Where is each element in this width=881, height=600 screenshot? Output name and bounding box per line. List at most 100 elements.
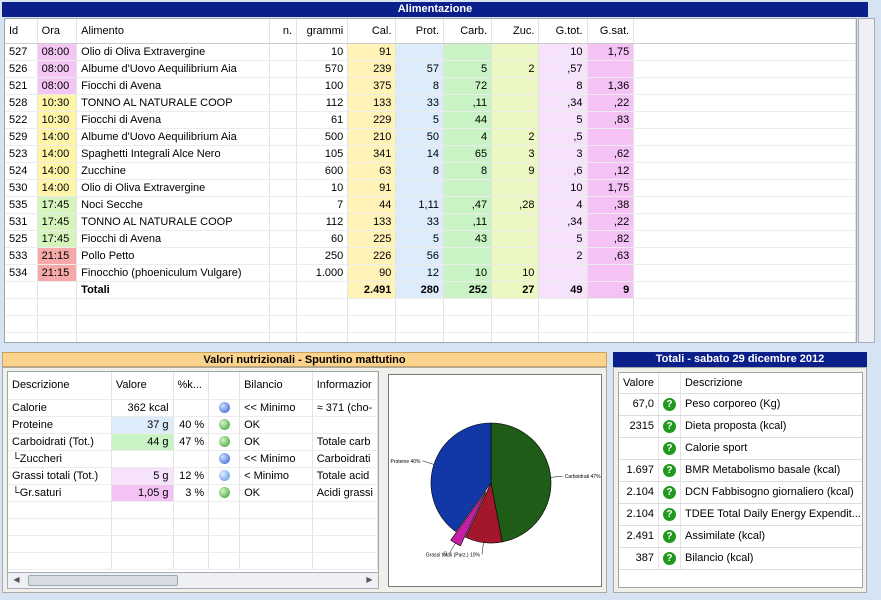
tot-cell-help[interactable]: ? (658, 459, 681, 482)
tot-cell-help[interactable]: ? (658, 481, 681, 504)
pie-leader-line (422, 460, 435, 465)
help-icon[interactable]: ? (662, 551, 676, 565)
cell-alimento: Fiocchi di Avena (76, 230, 271, 248)
col-header-carb[interactable]: Carb. (443, 19, 493, 44)
totali-grid[interactable]: Valore Descrizione 67,0? Peso corporeo (K… (618, 372, 863, 588)
empty-cell (37, 298, 78, 316)
cell-prot: 33 (395, 213, 445, 231)
totals-list-item[interactable]: 2.491? Assimilate (kcal) (619, 525, 862, 548)
table-row[interactable]: 527 08:00 Olio di Oliva Extravergine 10 91 10… (5, 43, 856, 61)
valori-grid[interactable]: Descrizione Valore %k... Bilancio Inform… (7, 371, 379, 574)
totals-list-item[interactable]: 1.697? BMR Metabolismo basale (kcal) (619, 459, 862, 482)
nutrition-row[interactable]: └Gr.saturi 1,05 g3 % OK Acidi grassi (8, 484, 378, 502)
col-header-tot-icon[interactable] (658, 373, 681, 394)
totals-list-item[interactable]: 2315? Dieta proposta (kcal) (619, 415, 862, 438)
help-icon[interactable]: ? (662, 507, 676, 521)
tot-cell-descrizione: Bilancio (kcal) (680, 547, 862, 570)
scroll-right-arrow-icon[interactable]: ▶ (362, 575, 377, 584)
col-header-ora[interactable]: Ora (37, 19, 78, 44)
help-icon[interactable]: ? (662, 441, 676, 455)
col-header-bilancio[interactable]: Bilancio (239, 372, 313, 400)
col-header-valore[interactable]: Valore (111, 372, 174, 400)
totals-list-item[interactable]: 67,0? Peso corporeo (Kg) (619, 393, 862, 416)
table-row[interactable]: 531 17:45 TONNO AL NATURALE COOP 112 133 33,1… (5, 213, 856, 231)
nutrition-row[interactable]: └Zuccheri << Minimo Carboidrati (8, 450, 378, 468)
cell-perc (173, 399, 210, 417)
cell-zuc: 2 (491, 60, 540, 78)
macro-pie-chart: Carboidrati 47% Grassi totali (Parz.) 10%… (388, 374, 602, 587)
col-header-zuc[interactable]: Zuc. (491, 19, 540, 44)
table-row[interactable]: 522 10:30 Fiocchi di Avena 61 229 5 44 5,83 (5, 111, 856, 129)
help-icon[interactable]: ? (662, 529, 676, 543)
help-icon[interactable]: ? (662, 463, 676, 477)
table-row[interactable]: 524 14:00 Zucchine 600 63 8 8 9,6,12 (5, 162, 856, 180)
cell-ora: 21:15 (37, 264, 78, 282)
table-row[interactable]: 521 08:00 Fiocchi di Avena 100 375 8 72 8 1,36 (5, 77, 856, 95)
table-row[interactable]: 533 21:15 Pollo Petto 250 226 56 2,63 (5, 247, 856, 265)
col-header-tot-valore[interactable]: Valore (619, 373, 659, 394)
table-row[interactable]: 534 21:15 Finocchio (phoeniculum Vulgare) 1… (5, 264, 856, 282)
alimentazione-vertical-scrollbar[interactable] (858, 18, 875, 343)
alimentazione-grid[interactable]: Id Ora Alimento n. grammi Cal. Prot. Car… (4, 18, 857, 343)
totals-list-item[interactable]: 2.104? TDEE Total Daily Energy Expendit..… (619, 503, 862, 526)
col-header-perc[interactable]: %k... (173, 372, 210, 400)
col-header-info[interactable]: Informazior (312, 372, 378, 400)
totals-list-item[interactable]: 2.104? DCN Fabbisogno giornaliero (kcal) (619, 481, 862, 504)
cell-id: 535 (5, 196, 38, 214)
cell-valore: 362 kcal (111, 399, 174, 417)
totals-list-item[interactable]: ? Calorie sport (619, 437, 862, 460)
tot-cell-help[interactable]: ? (658, 415, 681, 438)
cell-descrizione: Calorie (8, 399, 112, 417)
col-header-tot-descrizione[interactable]: Descrizione (680, 373, 862, 394)
table-row[interactable]: 526 08:00 Albume d'Uovo Aequilibrium Aia 57… (5, 60, 856, 78)
cell-descrizione: └Zuccheri (8, 450, 112, 468)
table-row[interactable]: 523 14:00 Spaghetti Integrali Alce Nero 105… (5, 145, 856, 163)
nutrition-row[interactable]: Grassi totali (Tot.) 5 g 12 % < Minimo Total… (8, 467, 378, 485)
cell-gsat (587, 60, 635, 78)
table-row[interactable]: 530 14:00 Olio di Oliva Extravergine 10 91 10… (5, 179, 856, 197)
nutrition-row[interactable]: Calorie 362 kcal << Minimo ≈ 371 (cho- (8, 399, 378, 417)
nutrition-row[interactable]: Carboidrati (Tot.) 44 g 47 % OK Totale carb (8, 433, 378, 451)
valori-horizontal-scrollbar[interactable]: ◀ ▶ (7, 572, 379, 589)
table-row[interactable]: 525 17:45 Fiocchi di Avena 60 225 5 43 5,82 (5, 230, 856, 248)
col-header-gtot[interactable]: G.tot. (538, 19, 588, 44)
cell-gsat (587, 264, 635, 282)
totals-empty (5, 281, 38, 299)
col-header-prot[interactable]: Prot. (395, 19, 445, 44)
table-row[interactable]: 535 17:45 Noci Secche 7 44 1,11,47,28 4,38 (5, 196, 856, 214)
scroll-left-arrow-icon[interactable]: ◀ (9, 575, 24, 584)
totali-panel: Valore Descrizione 67,0? Peso corporeo (K… (613, 367, 867, 593)
table-row[interactable]: 528 10:30 TONNO AL NATURALE COOP 112 133 33,1… (5, 94, 856, 112)
cell-grammi: 112 (296, 213, 349, 231)
tot-cell-help[interactable]: ? (658, 437, 681, 460)
empty-cell (347, 315, 397, 333)
tot-cell-help[interactable]: ? (658, 525, 681, 548)
tot-cell-help[interactable]: ? (658, 393, 681, 416)
help-icon[interactable]: ? (662, 397, 676, 411)
tot-cell-help[interactable]: ? (658, 503, 681, 526)
tot-cell-descrizione: BMR Metabolismo basale (kcal) (680, 459, 862, 482)
col-header-gsat[interactable]: G.sat. (587, 19, 635, 44)
totals-list-item[interactable]: 387? Bilancio (kcal) (619, 547, 862, 570)
col-header-descrizione[interactable]: Descrizione (8, 372, 112, 400)
nutrition-row[interactable]: Proteine 37 g 40 % OK (8, 416, 378, 434)
cell-gsat: ,63 (587, 247, 635, 265)
col-header-n[interactable]: n. (269, 19, 298, 44)
tot-cell-help[interactable]: ? (658, 547, 681, 570)
table-row[interactable]: 529 14:00 Albume d'Uovo Aequilibrium Aia 50… (5, 128, 856, 146)
cell-n (269, 213, 298, 231)
help-icon[interactable]: ? (662, 419, 676, 433)
empty-cell (312, 518, 378, 536)
cell-zuc (491, 94, 540, 112)
cell-gtot: ,6 (538, 162, 588, 180)
cell-valore (111, 450, 174, 468)
col-header-grammi[interactable]: grammi (296, 19, 349, 44)
empty-cell (269, 298, 298, 316)
scroll-thumb[interactable] (28, 575, 178, 586)
col-header-alimento[interactable]: Alimento (76, 19, 271, 44)
empty-cell (208, 552, 241, 570)
col-header-cal[interactable]: Cal. (347, 19, 397, 44)
help-icon[interactable]: ? (662, 485, 676, 499)
col-header-status[interactable] (208, 372, 241, 400)
col-header-id[interactable]: Id (5, 19, 38, 44)
